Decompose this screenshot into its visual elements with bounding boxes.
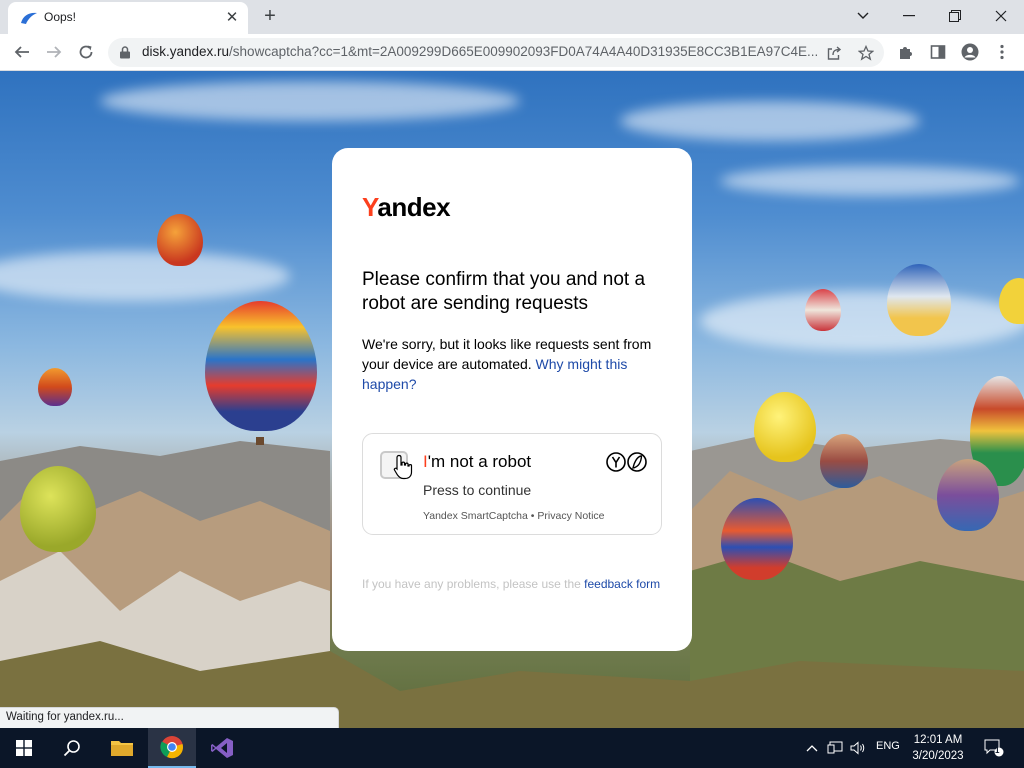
tab-search-icon[interactable]	[840, 0, 886, 32]
browser-toolbar: disk.yandex.ru/showcaptcha?cc=1&mt=2A009…	[0, 34, 1024, 71]
clock-time: 12:01 AM	[913, 734, 963, 746]
press-to-continue-label: Press to continue	[423, 482, 532, 498]
browser-titlebar: Oops! ✕ +	[0, 0, 1024, 34]
profile-avatar-icon[interactable]	[959, 41, 981, 63]
hand-pointer-cursor-icon	[393, 454, 413, 480]
clock-date: 3/20/2023	[912, 750, 964, 762]
reload-icon	[79, 45, 93, 59]
close-window-button[interactable]	[978, 0, 1024, 32]
new-tab-button[interactable]: +	[258, 4, 282, 28]
start-button[interactable]	[0, 728, 48, 768]
windows-taskbar: ENG 12:01 AM 3/20/2023 1	[0, 728, 1024, 768]
forward-button[interactable]	[40, 38, 68, 66]
url-text[interactable]: disk.yandex.ru/showcaptcha?cc=1&mt=2A009…	[142, 44, 828, 59]
minimize-button[interactable]	[886, 0, 932, 32]
search-button[interactable]	[48, 728, 96, 768]
captcha-card: Yandex Please confirm that you and not a…	[332, 148, 692, 651]
visual-studio-button[interactable]	[198, 728, 246, 768]
page-viewport: Yandex Please confirm that you and not a…	[0, 71, 1024, 728]
extensions-puzzle-icon[interactable]	[895, 41, 917, 63]
network-icon[interactable]	[826, 738, 844, 758]
notification-count: 1	[995, 746, 1000, 755]
forward-arrow-icon	[47, 46, 62, 58]
folder-icon	[111, 741, 133, 756]
back-button[interactable]	[8, 38, 36, 66]
loading-status-bubble: Waiting for yandex.ru...	[0, 707, 339, 728]
smartcaptcha-footer: Yandex SmartCaptcha • Privacy Notice	[423, 510, 605, 522]
side-panel-icon[interactable]	[927, 41, 949, 63]
taskbar-clock[interactable]: 12:01 AM 3/20/2023	[906, 732, 970, 764]
chrome-taskbar-button[interactable]	[148, 728, 196, 768]
smartcaptcha-widget[interactable]: I'm not a robot Press to continue Yandex…	[362, 433, 662, 535]
search-icon	[63, 740, 80, 757]
lock-icon	[120, 46, 130, 59]
smartcaptcha-logo-icon	[606, 452, 647, 472]
browser-tab[interactable]: Oops! ✕	[8, 2, 248, 34]
restore-button[interactable]	[932, 0, 978, 32]
not-a-robot-label: I'm not a robot	[423, 452, 532, 471]
yandex-disk-favicon-icon	[21, 12, 37, 24]
notifications-button[interactable]: 1	[983, 738, 1005, 758]
privacy-notice-link[interactable]: Privacy Notice	[537, 510, 604, 522]
feedback-form-link[interactable]: feedback form	[584, 577, 660, 591]
show-hidden-icons-chevron-icon[interactable]	[803, 738, 821, 758]
windows-logo-icon	[16, 740, 32, 756]
feedback-note: If you have any problems, please use the…	[362, 577, 661, 591]
language-indicator[interactable]: ENG	[876, 740, 900, 752]
visual-studio-icon	[211, 738, 233, 758]
share-icon[interactable]	[824, 43, 844, 63]
volume-icon[interactable]	[849, 738, 867, 758]
smartcaptcha-link[interactable]: Yandex SmartCaptcha	[423, 510, 528, 522]
back-arrow-icon	[14, 46, 29, 58]
tab-close-icon[interactable]: ✕	[222, 8, 242, 28]
bookmark-star-icon[interactable]	[856, 43, 876, 63]
address-bar[interactable]: disk.yandex.ru/showcaptcha?cc=1&mt=2A009…	[108, 38, 884, 67]
reload-button[interactable]	[72, 38, 100, 66]
file-explorer-button[interactable]	[98, 728, 146, 768]
tab-title: Oops!	[44, 10, 77, 24]
browser-menu-icon[interactable]	[991, 41, 1013, 63]
captcha-heading: Please confirm that you and not a robot …	[362, 269, 646, 314]
action-center-icon	[984, 739, 1004, 757]
yandex-logo: Yandex	[362, 192, 451, 222]
captcha-description: We're sorry, but it looks like requests …	[362, 336, 652, 392]
chrome-icon	[160, 736, 183, 759]
